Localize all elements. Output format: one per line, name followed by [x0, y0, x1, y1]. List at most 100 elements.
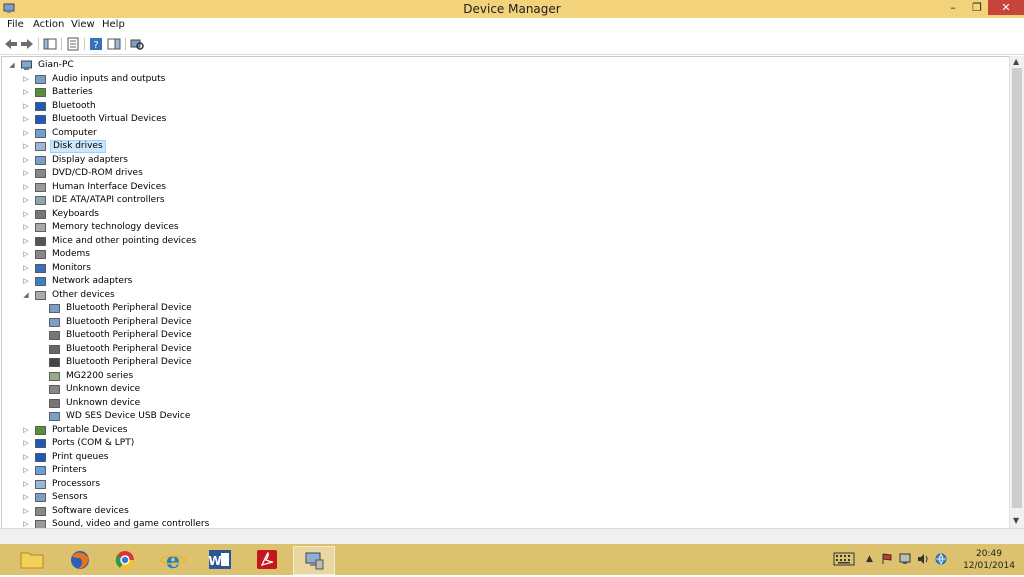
taskbar-adobe-reader[interactable]: [247, 546, 287, 573]
expand-icon[interactable]: ▷: [21, 73, 31, 86]
taskbar-firefox[interactable]: [60, 546, 100, 573]
expand-icon[interactable]: ▷: [21, 478, 31, 491]
device-category-icon: [35, 452, 46, 462]
menu-help[interactable]: Help: [102, 19, 125, 30]
maximize-button[interactable]: ❐: [966, 0, 988, 15]
menu-view[interactable]: View: [71, 19, 95, 30]
tree-item-label: Mice and other pointing devices: [52, 235, 197, 246]
show-hidden-icons-icon[interactable]: ▲: [866, 554, 873, 564]
menu-file[interactable]: File: [7, 19, 24, 30]
device-category-icon: [35, 74, 46, 84]
expand-icon[interactable]: ▷: [21, 262, 31, 275]
tree-item-label: Bluetooth Peripheral Device: [66, 357, 192, 367]
scroll-down-icon[interactable]: ▼: [1013, 516, 1019, 525]
tree-item-label: Monitors: [52, 262, 91, 273]
svg-text:?: ?: [93, 40, 98, 51]
device-category-icon: [35, 277, 46, 286]
toolbar-separator: [125, 38, 126, 50]
expand-icon[interactable]: ▷: [21, 505, 31, 518]
device-category-icon: [35, 479, 46, 489]
expand-icon[interactable]: ▷: [21, 424, 31, 437]
system-clock[interactable]: 20:49 12/01/2014: [960, 548, 1018, 572]
expand-icon[interactable]: ▷: [21, 194, 31, 207]
action-center-flag-icon[interactable]: [881, 553, 893, 565]
expand-icon[interactable]: ▷: [21, 113, 31, 126]
expand-icon[interactable]: ▷: [21, 140, 31, 153]
close-button[interactable]: ✕: [988, 0, 1024, 15]
device-category-icon: [49, 358, 60, 367]
collapse-icon[interactable]: ◢: [21, 289, 31, 302]
device-status-icon[interactable]: [899, 553, 911, 565]
expand-icon[interactable]: ▷: [21, 181, 31, 194]
device-category-icon: [49, 344, 60, 354]
device-category-icon: [35, 223, 46, 232]
tree-item-label: Memory technology devices: [52, 222, 179, 232]
device-tree[interactable]: ◢ Gian-PC ▷ Audio inputs and outputs ▷ Batt…: [1, 56, 1009, 529]
device-category-icon: [35, 155, 46, 165]
collapse-icon[interactable]: ◢: [7, 59, 17, 72]
device-category-icon: [35, 142, 46, 151]
expand-icon[interactable]: ▷: [21, 221, 31, 234]
network-icon[interactable]: [935, 553, 947, 565]
tree-item-label: Audio inputs and outputs: [52, 73, 166, 84]
device-category-icon: [49, 371, 60, 381]
expand-icon[interactable]: ▷: [21, 491, 31, 504]
expand-icon[interactable]: ▷: [21, 451, 31, 464]
tree-item-label: Ports (COM & LPT): [52, 438, 135, 448]
minimize-button[interactable]: –: [940, 0, 966, 15]
scan-hardware-icon[interactable]: [130, 37, 144, 51]
device-category-icon: [49, 304, 60, 313]
tree-item-label: Network adapters: [52, 276, 133, 286]
expand-icon[interactable]: ▷: [21, 154, 31, 167]
taskbar-chrome[interactable]: [105, 546, 145, 573]
toolbar-separator: [84, 38, 85, 50]
device-category-icon: [35, 115, 46, 124]
expand-icon[interactable]: ▷: [21, 167, 31, 180]
taskbar-file-explorer[interactable]: [12, 546, 52, 573]
taskbar: e W ▲ 20:49 12/01/2014: [0, 544, 1024, 575]
tree-item-label: Unknown device: [66, 384, 141, 394]
tree-item-label: Modems: [52, 249, 90, 259]
forward-icon[interactable]: [20, 37, 34, 51]
action-pane-icon[interactable]: [107, 37, 121, 51]
window-title: Device Manager: [463, 2, 561, 16]
tree-item-label: Bluetooth: [52, 100, 96, 111]
touch-keyboard-icon[interactable]: [833, 552, 855, 566]
tree-item-label: Bluetooth Peripheral Device: [66, 303, 192, 313]
internet-explorer-icon: e: [160, 548, 186, 574]
expand-icon[interactable]: ▷: [21, 86, 31, 99]
show-hide-console-tree-icon[interactable]: [43, 37, 57, 51]
expand-icon[interactable]: ▷: [21, 100, 31, 113]
tree-root-label: Gian-PC: [38, 60, 74, 70]
expand-icon[interactable]: ▷: [21, 208, 31, 221]
tree-item-label: Processors: [52, 478, 101, 489]
tree-item-label: Print queues: [52, 451, 109, 462]
taskbar-word[interactable]: W: [200, 546, 240, 573]
tree-item-label: DVD/CD-ROM drives: [52, 168, 143, 178]
device-category-icon: [49, 412, 60, 421]
taskbar-internet-explorer[interactable]: e: [153, 546, 193, 574]
expand-icon[interactable]: ▷: [21, 248, 31, 261]
volume-icon[interactable]: [917, 553, 929, 565]
expand-icon[interactable]: ▷: [21, 437, 31, 450]
device-category-icon: [35, 196, 46, 205]
help-icon[interactable]: ?: [89, 37, 103, 51]
properties-icon[interactable]: [66, 37, 80, 51]
taskbar-device-manager[interactable]: [293, 546, 335, 575]
expand-icon[interactable]: ▷: [21, 235, 31, 248]
clock-time: 20:49: [976, 549, 1002, 559]
tree-item-label: WD SES Device USB Device: [66, 411, 191, 421]
vertical-scrollbar[interactable]: ▲ ▼: [1009, 56, 1024, 528]
expand-icon[interactable]: ▷: [21, 464, 31, 477]
device-category-icon: [35, 169, 46, 178]
scrollbar-thumb[interactable]: [1012, 68, 1022, 508]
tree-item-label: Bluetooth Peripheral Device: [66, 330, 192, 340]
tree-item-label: Bluetooth Peripheral Device: [66, 343, 192, 354]
expand-icon[interactable]: ▷: [21, 127, 31, 140]
scroll-up-icon[interactable]: ▲: [1013, 57, 1019, 66]
menu-action[interactable]: Action: [33, 19, 64, 30]
back-icon[interactable]: [4, 37, 18, 51]
expand-icon[interactable]: ▷: [21, 275, 31, 288]
folder-icon: [20, 552, 44, 569]
device-category-icon: [49, 385, 60, 394]
